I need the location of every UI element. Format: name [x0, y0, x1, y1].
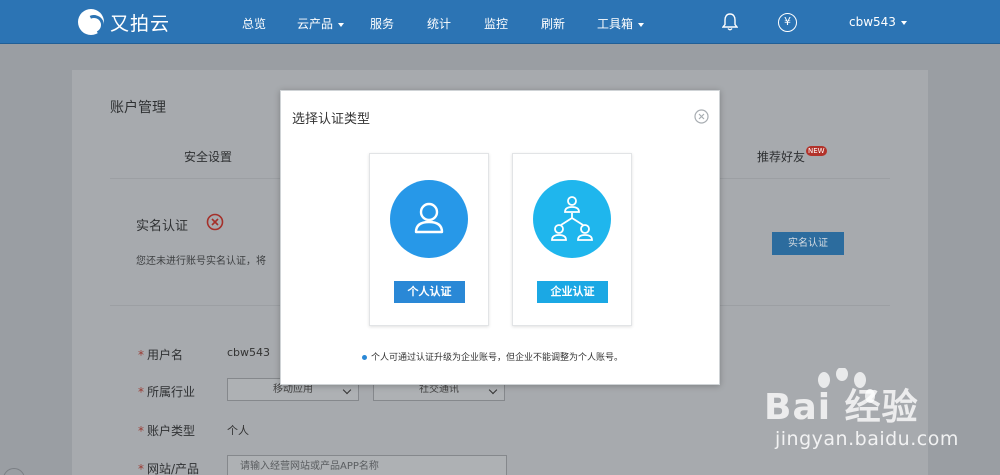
nav-item-cloud-products[interactable]: 云产品	[297, 15, 345, 32]
nav-item-label: 云产品	[297, 17, 334, 31]
nav-item-monitoring[interactable]: 监控	[484, 15, 508, 32]
label-text: 所属行业	[147, 385, 196, 399]
top-navbar: 又拍云 总览 云产品 服务 统计 监控 刷新 工具箱 ¥ cbw543	[0, 0, 1000, 44]
label-text: 网站/产品	[147, 462, 200, 475]
verification-type-modal: 选择认证类型 个人认证 企业认证 个人可通过认证升级为企业账号，但企业不能调整为…	[280, 90, 720, 385]
scroll-top-circle-icon[interactable]	[3, 468, 25, 475]
new-badge: NEW	[806, 146, 827, 156]
chevron-down-icon	[342, 385, 352, 395]
yen-icon[interactable]: ¥	[778, 13, 797, 32]
realname-verify-button[interactable]: 实名认证	[772, 232, 844, 255]
select-value: 移动应用	[273, 384, 313, 395]
personal-avatar-circle	[390, 180, 468, 258]
close-icon[interactable]	[694, 109, 709, 124]
personal-verify-button[interactable]: 个人认证	[394, 281, 465, 303]
enterprise-avatar-circle	[533, 180, 611, 258]
username: cbw543	[849, 15, 896, 29]
page-title: 账户管理	[110, 100, 166, 116]
industry-label: * 所属行业	[138, 383, 195, 400]
nav-item-label: 工具箱	[597, 17, 634, 31]
select-value: 社交通讯	[419, 384, 459, 395]
unverified-x-icon	[206, 213, 224, 231]
person-icon	[414, 202, 444, 234]
realname-description: 您还未进行账号实名认证，将	[136, 256, 266, 267]
nav-item-services[interactable]: 服务	[370, 15, 394, 32]
modal-title: 选择认证类型	[292, 112, 371, 127]
tab-security-settings[interactable]: 安全设置	[184, 148, 232, 165]
required-mark: *	[138, 348, 144, 362]
account-type-label: * 账户类型	[138, 422, 195, 439]
organization-icon	[551, 196, 593, 241]
enterprise-verify-button[interactable]: 企业认证	[537, 281, 608, 303]
caret-down-icon	[900, 20, 907, 25]
account-type-value: 个人	[227, 424, 249, 437]
required-mark: *	[138, 424, 144, 438]
watermark-url: jingyan.baidu.com	[775, 428, 959, 450]
label-text: 账户类型	[147, 424, 196, 438]
nav-item-statistics[interactable]: 统计	[427, 15, 451, 32]
bell-icon[interactable]	[722, 12, 738, 32]
nav-item-refresh[interactable]: 刷新	[541, 15, 565, 32]
tab-recommend-friends[interactable]: 推荐好友	[757, 148, 805, 165]
chevron-down-icon	[488, 385, 498, 395]
required-mark: *	[138, 385, 144, 399]
nav-item-overview[interactable]: 总览	[242, 15, 266, 32]
watermark-brand: Bai 经验	[764, 387, 919, 428]
modal-note: 个人可通过认证升级为企业账号，但企业不能调整为个人账号。	[362, 350, 623, 363]
bullet-dot-icon	[362, 355, 367, 360]
brand-logo-icon	[78, 9, 104, 35]
username-label: * 用户名	[138, 346, 183, 363]
username-value: cbw543	[227, 346, 271, 359]
required-mark: *	[138, 462, 144, 475]
nav-item-toolbox[interactable]: 工具箱	[597, 15, 645, 32]
enterprise-verification-card[interactable]: 企业认证	[512, 153, 632, 326]
website-label: * 网站/产品	[138, 460, 199, 475]
website-input[interactable]: 请输入经营网站或产品APP名称	[227, 455, 507, 475]
brand-logo[interactable]: 又拍云	[78, 8, 170, 36]
caret-down-icon	[638, 22, 645, 27]
personal-verification-card[interactable]: 个人认证	[369, 153, 489, 326]
realname-title: 实名认证	[136, 219, 189, 234]
caret-down-icon	[338, 22, 345, 27]
user-menu[interactable]: cbw543	[849, 15, 907, 29]
note-text: 个人可通过认证升级为企业账号，但企业不能调整为个人账号。	[371, 353, 624, 363]
brand-name: 又拍云	[110, 12, 171, 35]
label-text: 用户名	[147, 348, 184, 362]
